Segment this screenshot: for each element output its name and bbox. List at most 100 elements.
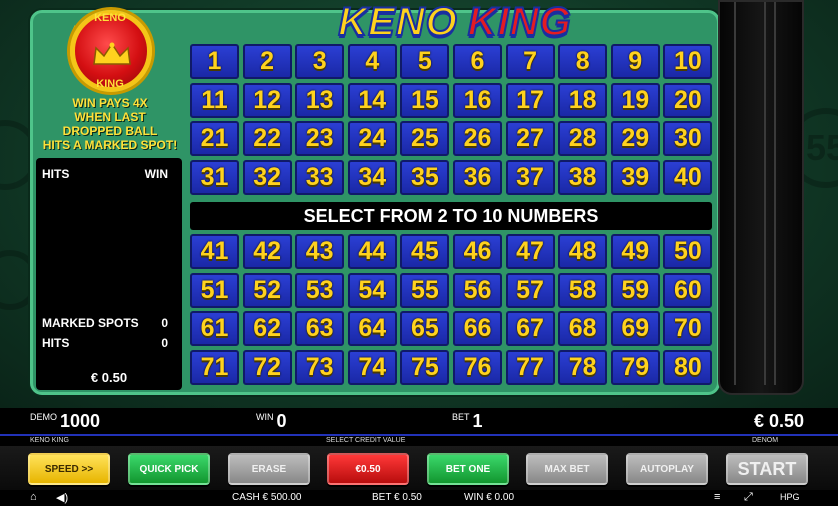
number-cell-78[interactable]: 78 bbox=[558, 349, 608, 385]
game-name-label: KENO KING bbox=[30, 437, 69, 444]
number-cell-51[interactable]: 51 bbox=[190, 272, 239, 308]
number-cell-74[interactable]: 74 bbox=[347, 349, 397, 385]
number-cell-2[interactable]: 2 bbox=[242, 44, 292, 79]
number-cell-25[interactable]: 25 bbox=[400, 121, 450, 157]
tube-rail bbox=[764, 2, 766, 385]
number-cell-76[interactable]: 76 bbox=[452, 349, 502, 385]
number-cell-5[interactable]: 5 bbox=[400, 44, 450, 79]
select-credit-label: SELECT CREDIT VALUE bbox=[326, 437, 406, 444]
number-cell-10[interactable]: 10 bbox=[663, 44, 713, 79]
number-cell-7[interactable]: 7 bbox=[505, 44, 555, 79]
number-cell-22[interactable]: 22 bbox=[242, 121, 292, 157]
number-cell-48[interactable]: 48 bbox=[558, 234, 608, 269]
number-cell-4[interactable]: 4 bbox=[347, 44, 397, 79]
number-cell-43[interactable]: 43 bbox=[295, 234, 345, 269]
number-cell-30[interactable]: 30 bbox=[663, 121, 713, 157]
number-cell-47[interactable]: 47 bbox=[505, 234, 555, 269]
number-cell-34[interactable]: 34 bbox=[347, 159, 397, 195]
number-cell-60[interactable]: 60 bbox=[663, 272, 713, 308]
number-cell-75[interactable]: 75 bbox=[400, 349, 450, 385]
number-cell-52[interactable]: 52 bbox=[242, 272, 292, 308]
number-cell-70[interactable]: 70 bbox=[663, 311, 713, 347]
number-cell-77[interactable]: 77 bbox=[505, 349, 555, 385]
number-cell-28[interactable]: 28 bbox=[558, 121, 608, 157]
number-cell-66[interactable]: 66 bbox=[452, 311, 502, 347]
speed-button[interactable]: SPEED >> bbox=[28, 453, 110, 485]
button-labels-row: KENO KING SELECT CREDIT VALUE DENOM bbox=[0, 436, 838, 446]
number-cell-63[interactable]: 63 bbox=[295, 311, 345, 347]
number-cell-35[interactable]: 35 bbox=[400, 159, 450, 195]
bet-one-button[interactable]: BET ONE bbox=[427, 453, 509, 485]
number-cell-68[interactable]: 68 bbox=[558, 311, 608, 347]
number-cell-1[interactable]: 1 bbox=[190, 44, 239, 79]
number-cell-59[interactable]: 59 bbox=[610, 272, 660, 308]
number-cell-38[interactable]: 38 bbox=[558, 159, 608, 195]
number-cell-33[interactable]: 33 bbox=[295, 159, 345, 195]
number-cell-73[interactable]: 73 bbox=[295, 349, 345, 385]
number-cell-69[interactable]: 69 bbox=[610, 311, 660, 347]
number-cell-56[interactable]: 56 bbox=[452, 272, 502, 308]
number-cell-42[interactable]: 42 bbox=[242, 234, 292, 269]
number-cell-16[interactable]: 16 bbox=[452, 82, 502, 118]
number-cell-19[interactable]: 19 bbox=[610, 82, 660, 118]
number-cell-12[interactable]: 12 bbox=[242, 82, 292, 118]
autoplay-button[interactable]: AUTOPLAY bbox=[626, 453, 708, 485]
number-cell-31[interactable]: 31 bbox=[190, 159, 239, 195]
number-cell-6[interactable]: 6 bbox=[452, 44, 502, 79]
menu-icon[interactable]: ≡ bbox=[714, 491, 720, 503]
number-cell-57[interactable]: 57 bbox=[505, 272, 555, 308]
start-button[interactable]: START bbox=[726, 453, 808, 485]
number-cell-24[interactable]: 24 bbox=[347, 121, 397, 157]
number-cell-8[interactable]: 8 bbox=[558, 44, 608, 79]
number-cell-37[interactable]: 37 bbox=[505, 159, 555, 195]
number-cell-50[interactable]: 50 bbox=[663, 234, 713, 269]
number-cell-26[interactable]: 26 bbox=[452, 121, 502, 157]
number-cell-41[interactable]: 41 bbox=[190, 234, 239, 269]
number-cell-55[interactable]: 55 bbox=[400, 272, 450, 308]
number-cell-36[interactable]: 36 bbox=[452, 159, 502, 195]
number-cell-39[interactable]: 39 bbox=[610, 159, 660, 195]
credit-value-button[interactable]: €0.50 bbox=[327, 453, 409, 485]
speaker-icon[interactable]: ◀) bbox=[56, 491, 68, 504]
hits-label: HITS bbox=[42, 336, 70, 350]
erase-button[interactable]: ERASE bbox=[228, 453, 310, 485]
number-cell-21[interactable]: 21 bbox=[190, 121, 239, 157]
number-cell-79[interactable]: 79 bbox=[610, 349, 660, 385]
number-cell-15[interactable]: 15 bbox=[400, 82, 450, 118]
number-cell-71[interactable]: 71 bbox=[190, 349, 239, 385]
number-cell-14[interactable]: 14 bbox=[347, 82, 397, 118]
marked-spots-value: 0 bbox=[161, 316, 168, 330]
quick-pick-button[interactable]: QUICK PICK bbox=[128, 453, 210, 485]
number-cell-65[interactable]: 65 bbox=[400, 311, 450, 347]
number-cell-61[interactable]: 61 bbox=[190, 311, 239, 347]
number-cell-20[interactable]: 20 bbox=[663, 82, 713, 118]
number-cell-67[interactable]: 67 bbox=[505, 311, 555, 347]
number-cell-13[interactable]: 13 bbox=[295, 82, 345, 118]
number-cell-23[interactable]: 23 bbox=[295, 121, 345, 157]
home-icon[interactable]: ⌂ bbox=[30, 491, 37, 503]
number-cell-29[interactable]: 29 bbox=[610, 121, 660, 157]
number-cell-18[interactable]: 18 bbox=[558, 82, 608, 118]
number-cell-54[interactable]: 54 bbox=[347, 272, 397, 308]
number-cell-62[interactable]: 62 bbox=[242, 311, 292, 347]
number-cell-49[interactable]: 49 bbox=[610, 234, 660, 269]
number-cell-58[interactable]: 58 bbox=[558, 272, 608, 308]
number-cell-27[interactable]: 27 bbox=[505, 121, 555, 157]
number-cell-45[interactable]: 45 bbox=[400, 234, 450, 269]
number-cell-17[interactable]: 17 bbox=[505, 82, 555, 118]
number-cell-11[interactable]: 11 bbox=[190, 82, 239, 118]
number-cell-64[interactable]: 64 bbox=[347, 311, 397, 347]
max-bet-button[interactable]: MAX BET bbox=[526, 453, 608, 485]
number-cell-46[interactable]: 46 bbox=[452, 234, 502, 269]
fullscreen-icon[interactable]: ⤢ bbox=[744, 491, 753, 504]
number-cell-9[interactable]: 9 bbox=[610, 44, 660, 79]
hits-value: 0 bbox=[161, 336, 168, 350]
number-cell-40[interactable]: 40 bbox=[663, 159, 713, 195]
number-cell-3[interactable]: 3 bbox=[295, 44, 345, 79]
cash-display: CASH € 500.00 bbox=[232, 492, 302, 503]
number-cell-80[interactable]: 80 bbox=[663, 349, 713, 385]
number-cell-44[interactable]: 44 bbox=[347, 234, 397, 269]
number-cell-72[interactable]: 72 bbox=[242, 349, 292, 385]
number-cell-32[interactable]: 32 bbox=[242, 159, 292, 195]
number-cell-53[interactable]: 53 bbox=[295, 272, 345, 308]
